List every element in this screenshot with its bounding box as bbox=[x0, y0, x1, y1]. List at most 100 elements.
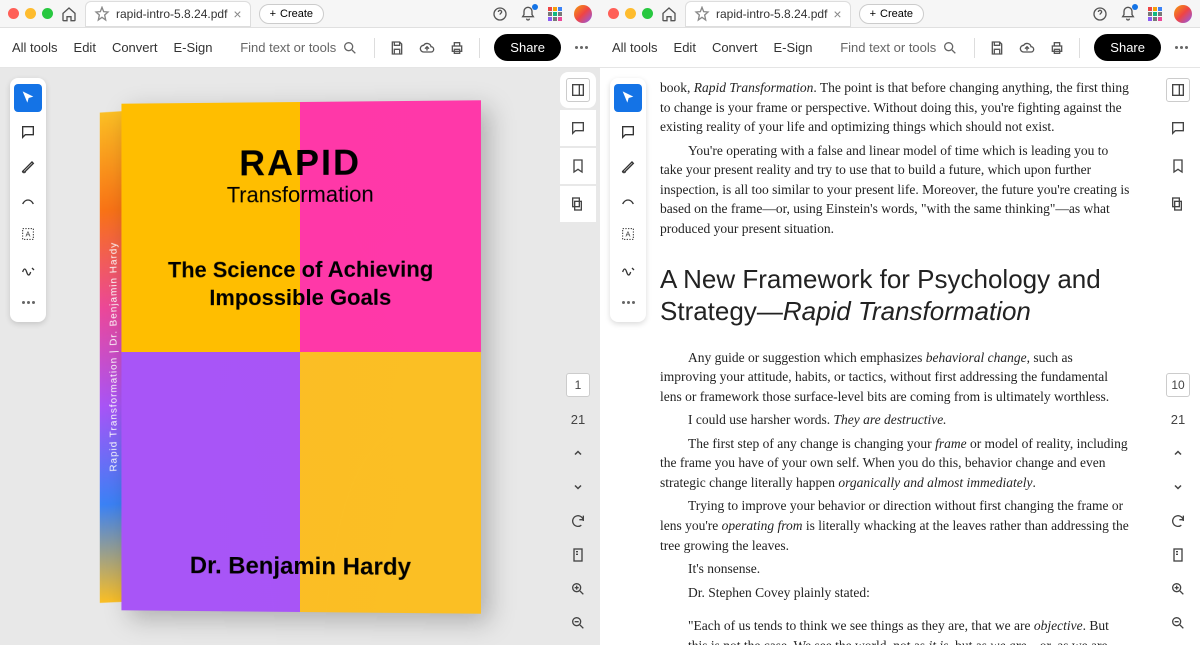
close-window-button[interactable] bbox=[8, 8, 19, 19]
right-panel-tools bbox=[566, 78, 590, 216]
left-window: rapid-intro-5.8.24.pdf × +Create All too… bbox=[0, 0, 600, 645]
edit-menu[interactable]: Edit bbox=[674, 40, 696, 55]
print-icon[interactable] bbox=[1049, 40, 1065, 56]
book-cover-image: Rapid Transformation | Dr. Benjamin Hard… bbox=[121, 100, 481, 613]
window-controls bbox=[8, 8, 53, 19]
zoom-out-icon[interactable] bbox=[566, 611, 590, 635]
avatar[interactable] bbox=[1174, 5, 1192, 23]
convert-menu[interactable]: Convert bbox=[112, 40, 158, 55]
body-text: Trying to improve your behavior or direc… bbox=[660, 496, 1130, 555]
right-window: rapid-intro-5.8.24.pdf × +Create All too… bbox=[600, 0, 1200, 645]
more-tools[interactable] bbox=[14, 288, 42, 316]
save-icon[interactable] bbox=[389, 40, 405, 56]
star-icon[interactable] bbox=[94, 6, 110, 22]
text-tool[interactable]: A bbox=[14, 220, 42, 248]
current-page[interactable]: 1 bbox=[566, 373, 590, 397]
edit-menu[interactable]: Edit bbox=[74, 40, 96, 55]
cloud-icon[interactable] bbox=[419, 40, 435, 56]
notifications-icon[interactable] bbox=[1120, 6, 1136, 22]
body-text: I could use harsher words. They are dest… bbox=[660, 410, 1130, 430]
page-display-icon[interactable] bbox=[1166, 543, 1190, 567]
document-tab[interactable]: rapid-intro-5.8.24.pdf × bbox=[85, 1, 251, 27]
maximize-window-button[interactable] bbox=[642, 8, 653, 19]
page-navigation: 10 21 bbox=[1166, 373, 1190, 635]
cloud-icon[interactable] bbox=[1019, 40, 1035, 56]
close-window-button[interactable] bbox=[608, 8, 619, 19]
titlebar: rapid-intro-5.8.24.pdf × +Create bbox=[600, 0, 1200, 28]
help-icon[interactable] bbox=[492, 6, 508, 22]
body-text: Any guide or suggestion which emphasizes… bbox=[660, 348, 1130, 407]
document-viewport[interactable]: A 1 21 Rapid Transformation | Dr. Benjam… bbox=[0, 68, 600, 645]
avatar[interactable] bbox=[574, 5, 592, 23]
thumbnails-panel-icon[interactable] bbox=[566, 192, 590, 216]
select-tool[interactable] bbox=[614, 84, 642, 112]
more-tools[interactable] bbox=[614, 288, 642, 316]
svg-text:A: A bbox=[26, 230, 31, 239]
current-page[interactable]: 10 bbox=[1166, 373, 1190, 397]
page-up-icon[interactable] bbox=[566, 441, 590, 465]
home-icon[interactable] bbox=[661, 6, 677, 22]
panel-toggle-icon[interactable] bbox=[1166, 78, 1190, 102]
zoom-out-icon[interactable] bbox=[1166, 611, 1190, 635]
page-up-icon[interactable] bbox=[1166, 441, 1190, 465]
apps-icon[interactable] bbox=[548, 7, 562, 21]
apps-icon[interactable] bbox=[1148, 7, 1162, 21]
notifications-icon[interactable] bbox=[520, 6, 536, 22]
page-down-icon[interactable] bbox=[1166, 475, 1190, 499]
panel-toggle-icon[interactable] bbox=[566, 78, 590, 102]
zoom-in-icon[interactable] bbox=[566, 577, 590, 601]
esign-menu[interactable]: E-Sign bbox=[173, 40, 212, 55]
comments-panel-icon[interactable] bbox=[566, 116, 590, 140]
highlight-tool[interactable] bbox=[14, 152, 42, 180]
more-menu[interactable] bbox=[575, 46, 588, 49]
draw-tool[interactable] bbox=[614, 186, 642, 214]
total-pages: 21 bbox=[566, 407, 590, 431]
all-tools-menu[interactable]: All tools bbox=[12, 40, 58, 55]
all-tools-menu[interactable]: All tools bbox=[612, 40, 658, 55]
bookmarks-panel-icon[interactable] bbox=[1166, 154, 1190, 178]
window-controls bbox=[608, 8, 653, 19]
svg-text:A: A bbox=[626, 230, 631, 239]
close-tab-icon[interactable]: × bbox=[833, 6, 841, 22]
esign-menu[interactable]: E-Sign bbox=[773, 40, 812, 55]
find-group[interactable]: Find text or tools bbox=[240, 40, 358, 56]
body-text: The first step of any change is changing… bbox=[660, 434, 1130, 493]
zoom-in-icon[interactable] bbox=[1166, 577, 1190, 601]
share-button[interactable]: Share bbox=[494, 34, 561, 61]
sign-tool[interactable] bbox=[614, 254, 642, 282]
select-tool[interactable] bbox=[14, 84, 42, 112]
page-down-icon[interactable] bbox=[566, 475, 590, 499]
maximize-window-button[interactable] bbox=[42, 8, 53, 19]
minimize-window-button[interactable] bbox=[25, 8, 36, 19]
comment-tool[interactable] bbox=[14, 118, 42, 146]
draw-tool[interactable] bbox=[14, 186, 42, 214]
star-icon[interactable] bbox=[694, 6, 710, 22]
document-page: Rapid Transformation | Dr. Benjamin Hard… bbox=[0, 68, 600, 645]
home-icon[interactable] bbox=[61, 6, 77, 22]
save-icon[interactable] bbox=[989, 40, 1005, 56]
rotate-icon[interactable] bbox=[566, 509, 590, 533]
close-tab-icon[interactable]: × bbox=[233, 6, 241, 22]
sign-tool[interactable] bbox=[14, 254, 42, 282]
thumbnails-panel-icon[interactable] bbox=[1166, 192, 1190, 216]
highlight-tool[interactable] bbox=[614, 152, 642, 180]
create-button[interactable]: +Create bbox=[859, 4, 924, 24]
page-display-icon[interactable] bbox=[566, 543, 590, 567]
help-icon[interactable] bbox=[1092, 6, 1108, 22]
rotate-icon[interactable] bbox=[1166, 509, 1190, 533]
create-button[interactable]: +Create bbox=[259, 4, 324, 24]
find-group[interactable]: Find text or tools bbox=[840, 40, 958, 56]
body-text: It's nonsense. bbox=[660, 559, 1130, 579]
more-menu[interactable] bbox=[1175, 46, 1188, 49]
toolbar: All tools Edit Convert E-Sign Find text … bbox=[0, 28, 600, 68]
text-tool[interactable]: A bbox=[614, 220, 642, 248]
share-button[interactable]: Share bbox=[1094, 34, 1161, 61]
document-tab[interactable]: rapid-intro-5.8.24.pdf × bbox=[685, 1, 851, 27]
print-icon[interactable] bbox=[449, 40, 465, 56]
convert-menu[interactable]: Convert bbox=[712, 40, 758, 55]
comments-panel-icon[interactable] bbox=[1166, 116, 1190, 140]
bookmarks-panel-icon[interactable] bbox=[566, 154, 590, 178]
document-viewport[interactable]: A 10 21 book, Rapid Transformation. The … bbox=[600, 68, 1200, 645]
minimize-window-button[interactable] bbox=[625, 8, 636, 19]
comment-tool[interactable] bbox=[614, 118, 642, 146]
